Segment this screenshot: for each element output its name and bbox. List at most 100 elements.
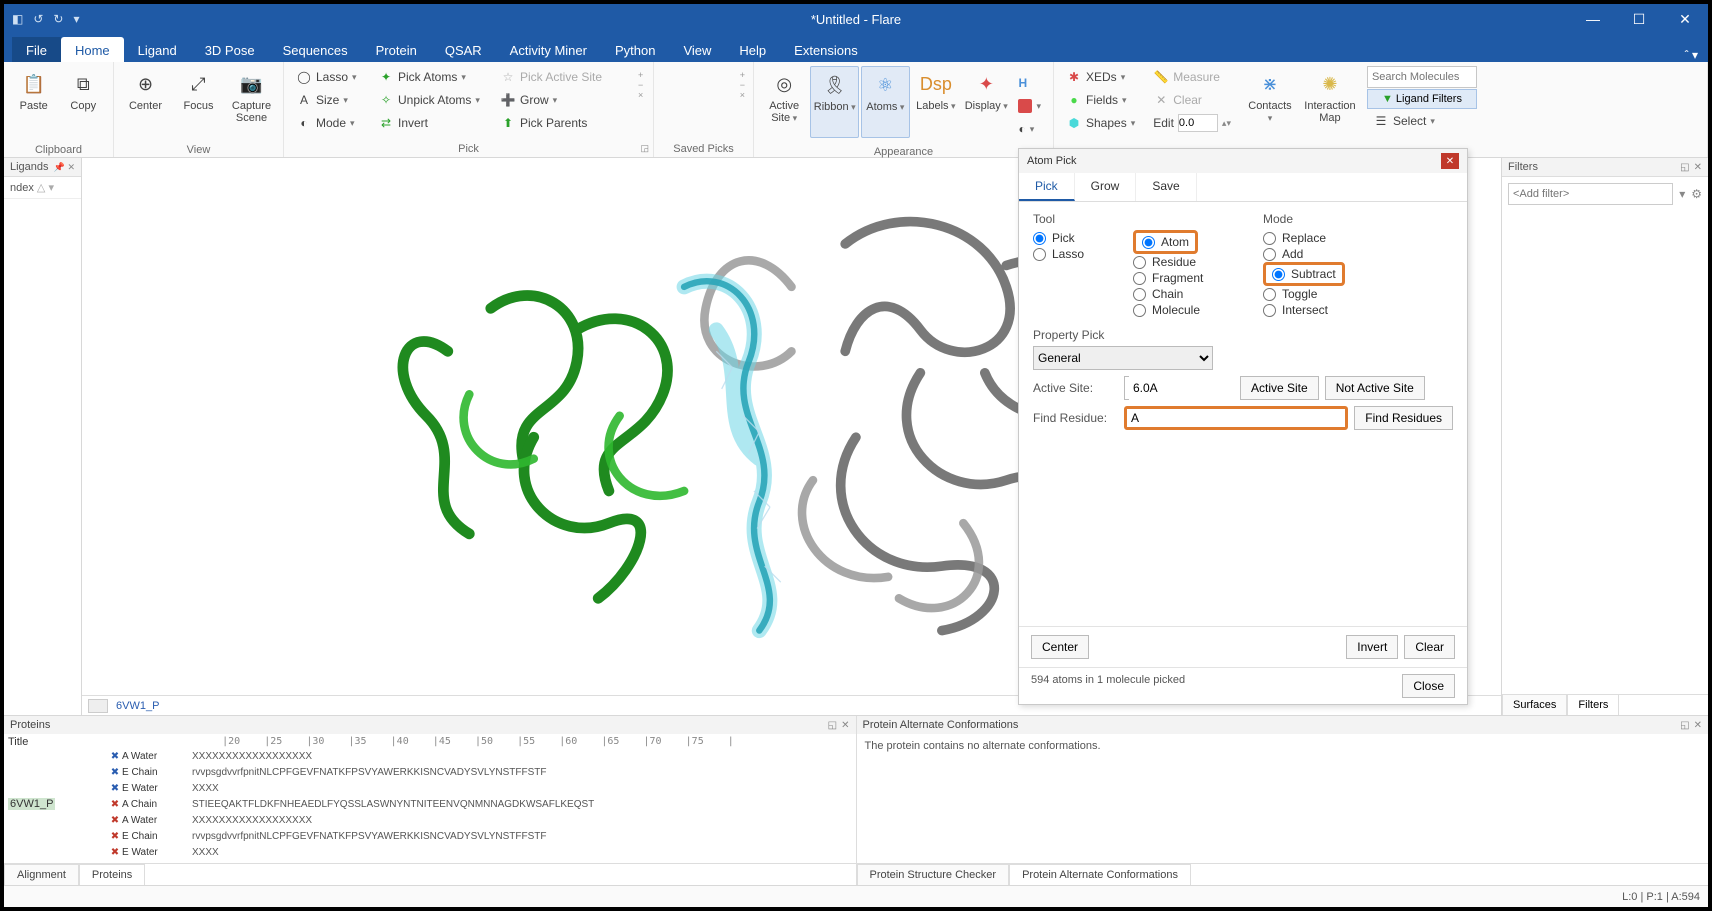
chain-visibility-icon[interactable]: ✖ <box>108 783 122 794</box>
viewport-tab-label[interactable]: 6VW1_P <box>116 700 159 712</box>
radio-tool-lasso[interactable]: Lasso <box>1033 246 1103 262</box>
tab-surfaces[interactable]: Surfaces <box>1502 694 1567 715</box>
chain-visibility-icon[interactable]: ✖ <box>108 847 122 858</box>
atom-pick-tab-save[interactable]: Save <box>1136 173 1196 201</box>
radio-tool-pick[interactable]: Pick <box>1033 230 1103 246</box>
tab-home[interactable]: Home <box>61 37 124 62</box>
capture-scene-button[interactable]: 📷Capture Scene <box>226 66 277 138</box>
chain-visibility-icon[interactable]: ✖ <box>108 751 122 762</box>
color-picker[interactable] <box>1012 95 1047 117</box>
tab-python[interactable]: Python <box>601 37 669 62</box>
pick-group-launcher-icon[interactable]: ◲ <box>640 143 649 154</box>
sequence-row[interactable]: 6VW1_P✖A ChainSTIEEQAKTFLDKFNHEAEDLFYQSS… <box>8 796 852 812</box>
focus-button[interactable]: ⤢Focus <box>173 66 224 138</box>
ap-close-button[interactable]: Close <box>1402 674 1455 698</box>
surface-picker[interactable]: ◐ <box>1012 118 1047 140</box>
lasso-button[interactable]: ◯Lasso <box>290 66 370 88</box>
panel-float-icon[interactable]: ◱ <box>1680 162 1689 173</box>
radio-target-fragment[interactable]: Fragment <box>1133 270 1233 286</box>
property-pick-select[interactable]: General <box>1033 346 1213 370</box>
system-menu-icons[interactable]: ◧↺↻▾ <box>4 12 80 26</box>
tab-extensions[interactable]: Extensions <box>780 37 872 62</box>
add-filter-input[interactable] <box>1508 183 1673 205</box>
select-button[interactable]: ☰Select <box>1367 110 1477 132</box>
tab-proteins[interactable]: Proteins <box>79 864 145 885</box>
chain-visibility-icon[interactable]: ✖ <box>108 799 122 810</box>
tab-filters[interactable]: Filters <box>1567 694 1619 715</box>
radio-mode-subtract[interactable]: Subtract <box>1272 266 1336 282</box>
pick-atoms-button[interactable]: ✦Pick Atoms <box>372 66 492 88</box>
tab-sequences[interactable]: Sequences <box>269 37 362 62</box>
ligands-col-header[interactable]: ndex △ ▾ <box>4 177 81 199</box>
clear-button[interactable]: ✕Clear <box>1147 89 1237 111</box>
invert-button[interactable]: ⇄Invert <box>372 112 492 134</box>
paste-button[interactable]: 📋Paste <box>10 66 58 138</box>
tab-view[interactable]: View <box>669 37 725 62</box>
atom-pick-tab-grow[interactable]: Grow <box>1075 173 1137 201</box>
panel-close-icon[interactable]: ✕ <box>1694 162 1702 173</box>
tab-pac[interactable]: Protein Alternate Conformations <box>1009 864 1191 885</box>
ap-invert-button[interactable]: Invert <box>1346 635 1398 659</box>
tab-ligand[interactable]: Ligand <box>124 37 191 62</box>
atom-pick-close-icon[interactable]: ✕ <box>1441 153 1459 169</box>
tab-file[interactable]: File <box>12 37 61 62</box>
sequence-row[interactable]: ✖E WaterXXXX <box>8 780 852 796</box>
sequence-row[interactable]: ✖A WaterXXXXXXXXXXXXXXXXXX <box>8 812 852 828</box>
tab-protein[interactable]: Protein <box>362 37 431 62</box>
radio-target-atom[interactable]: Atom <box>1142 234 1189 250</box>
chain-visibility-icon[interactable]: ✖ <box>108 815 122 826</box>
radio-mode-replace[interactable]: Replace <box>1263 230 1373 246</box>
viewport-scroll-left[interactable] <box>88 699 108 713</box>
tab-alignment[interactable]: Alignment <box>4 864 79 885</box>
chain-visibility-icon[interactable]: ✖ <box>108 831 122 842</box>
sequence-row[interactable]: ✖E ChainrvvpsgdvvrfpnitNLCPFGEVFNATKFPSV… <box>8 828 852 844</box>
atom-pick-tab-pick[interactable]: Pick <box>1019 173 1075 201</box>
xeds-button[interactable]: ✱XEDs <box>1060 66 1141 88</box>
chain-visibility-icon[interactable]: ✖ <box>108 767 122 778</box>
unpick-atoms-button[interactable]: ✧Unpick Atoms <box>372 89 492 111</box>
tab-qsar[interactable]: QSAR <box>431 37 496 62</box>
atoms-style-button[interactable]: ⚛Atoms <box>861 66 910 138</box>
find-residues-button[interactable]: Find Residues <box>1354 406 1453 430</box>
interaction-map-button[interactable]: ✺Interaction Map <box>1303 66 1357 138</box>
minimize-button[interactable]: — <box>1570 4 1616 34</box>
shapes-button[interactable]: ⬢Shapes <box>1060 112 1141 134</box>
pick-active-site-button[interactable]: ☆Pick Active Site <box>494 66 634 88</box>
measure-button[interactable]: 📏Measure <box>1147 66 1237 88</box>
tab-psc[interactable]: Protein Structure Checker <box>857 864 1010 885</box>
ap-clear-button[interactable]: Clear <box>1404 635 1455 659</box>
tab-3dpose[interactable]: 3D Pose <box>191 37 269 62</box>
edit-value-input[interactable] <box>1178 114 1218 132</box>
radio-target-chain[interactable]: Chain <box>1133 286 1233 302</box>
panel-pin-icon[interactable]: 📌 ✕ <box>54 162 75 173</box>
h-toggle[interactable]: H <box>1012 72 1047 94</box>
close-button[interactable]: ✕ <box>1662 4 1708 34</box>
grow-button[interactable]: ➕Grow <box>494 89 634 111</box>
tab-activity-miner[interactable]: Activity Miner <box>496 37 601 62</box>
pick-parents-button[interactable]: ⬆Pick Parents <box>494 112 634 134</box>
copy-button[interactable]: ⧉Copy <box>60 66 108 138</box>
radio-target-residue[interactable]: Residue <box>1133 254 1233 270</box>
sequence-row[interactable]: ✖E WaterXXXX <box>8 844 852 860</box>
size-button[interactable]: ASize <box>290 89 370 111</box>
edit-field[interactable]: Edit ▴▾ <box>1147 112 1237 134</box>
ligand-filters-button[interactable]: ▼ Ligand Filters <box>1367 89 1477 109</box>
active-site-dropdown[interactable]: ◎Active Site <box>760 66 808 138</box>
radio-mode-add[interactable]: Add <box>1263 246 1373 262</box>
fields-button[interactable]: ●Fields <box>1060 89 1141 111</box>
center-button[interactable]: ⊕Center <box>120 66 171 138</box>
radio-target-molecule[interactable]: Molecule <box>1133 302 1233 318</box>
labels-button[interactable]: DspLabels <box>912 66 960 138</box>
not-active-site-button[interactable]: Not Active Site <box>1325 376 1425 400</box>
ribbon-style-button[interactable]: 🎗Ribbon <box>810 66 859 138</box>
filter-settings-icon[interactable]: ⚙ <box>1691 187 1702 201</box>
tab-help[interactable]: Help <box>725 37 780 62</box>
contacts-button[interactable]: ⋇Contacts <box>1243 66 1297 138</box>
ribbon-collapse-icon[interactable]: ˆ ▾ <box>1685 48 1698 62</box>
radio-mode-intersect[interactable]: Intersect <box>1263 302 1373 318</box>
maximize-button[interactable]: ☐ <box>1616 4 1662 34</box>
mode-button[interactable]: ◐Mode <box>290 112 370 134</box>
active-site-button[interactable]: Active Site <box>1240 376 1319 400</box>
sequence-row[interactable]: ✖A WaterXXXXXXXXXXXXXXXXXX <box>8 748 852 764</box>
find-residue-input[interactable] <box>1124 406 1348 430</box>
